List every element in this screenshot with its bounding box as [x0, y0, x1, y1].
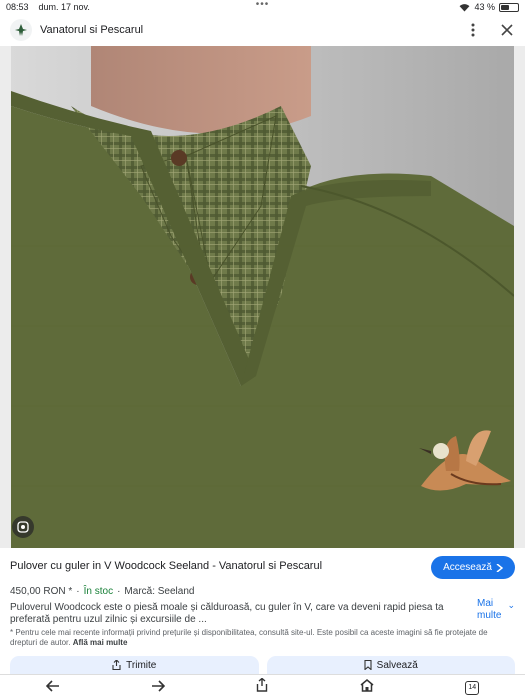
separator-dot: ·: [117, 585, 121, 597]
forward-arrow-icon[interactable]: [151, 679, 166, 697]
separator-dot: ·: [76, 585, 80, 597]
brand: Marcă: Seeland: [124, 585, 195, 597]
save-button[interactable]: Salvează: [266, 656, 515, 674]
status-time: 08:53: [6, 2, 29, 12]
image-viewer: [0, 46, 525, 548]
product-description: Puloverul Woodcock este o piesă moale și…: [10, 602, 444, 625]
source-header: Vanatorul si Pescarul: [0, 14, 525, 46]
share-button[interactable]: Trimite: [10, 656, 259, 674]
browser-nav-bar: 14: [0, 674, 525, 700]
more-vert-icon[interactable]: [465, 22, 481, 38]
bookmark-icon: [364, 660, 372, 670]
battery-percent: 43 %: [474, 2, 495, 12]
tab-count: 14: [468, 684, 477, 691]
wifi-icon: [460, 3, 470, 12]
visit-label: Accesează: [443, 562, 492, 573]
visit-button[interactable]: Accesează: [431, 556, 515, 579]
chevron-down-icon[interactable]: ⌄: [507, 600, 515, 611]
learn-more-link[interactable]: Află mai multe: [73, 638, 128, 647]
status-bar: 08:53 dum. 17 nov. ••• 43 %: [0, 0, 525, 14]
bird-logo-icon[interactable]: [10, 19, 32, 41]
share-icon[interactable]: [256, 677, 268, 697]
battery-level: [501, 4, 509, 10]
home-icon[interactable]: [360, 678, 374, 697]
share-icon: [112, 660, 121, 670]
disclaimer: * Pentru cele mai recente informații pri…: [10, 628, 515, 648]
product-info-panel: Pulover cu guler in V Woodcock Seeland -…: [0, 548, 525, 660]
product-meta: 450,00 RON * · În stoc · Marcă: Seeland: [10, 584, 515, 598]
price: 450,00 RON *: [10, 585, 73, 597]
product-image[interactable]: [11, 46, 514, 548]
tabs-button[interactable]: 14: [465, 680, 480, 695]
battery-icon: [499, 2, 519, 12]
share-label: Trimite: [126, 659, 157, 671]
lens-icon[interactable]: [12, 516, 34, 538]
status-date: dum. 17 nov.: [38, 2, 90, 12]
product-title[interactable]: Pulover cu guler in V Woodcock Seeland -…: [10, 560, 410, 572]
chevron-right-icon: [496, 563, 503, 572]
stock-status: În stoc: [83, 585, 114, 597]
site-name[interactable]: Vanatorul si Pescarul: [40, 24, 143, 36]
action-bar: Trimite Salvează: [0, 656, 525, 674]
save-label: Salvează: [376, 659, 418, 671]
multitask-dots-icon[interactable]: •••: [256, 0, 270, 10]
close-icon[interactable]: [499, 22, 515, 38]
back-arrow-icon[interactable]: [45, 679, 60, 697]
